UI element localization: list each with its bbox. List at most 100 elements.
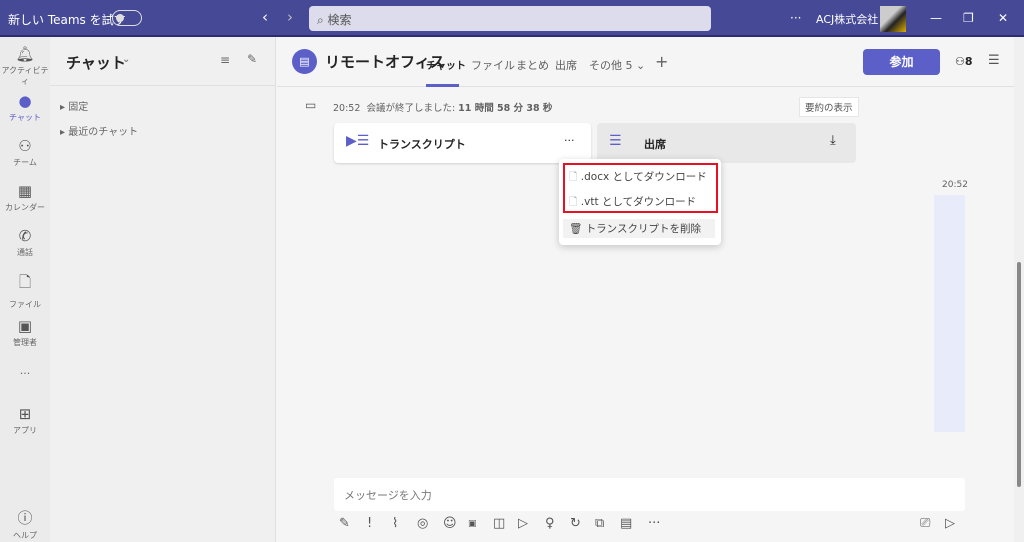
- important-icon[interactable]: !: [367, 516, 372, 531]
- loop-refresh-icon[interactable]: ↻: [570, 516, 581, 531]
- section-recent[interactable]: ▸ 最近のチャット: [60, 123, 138, 138]
- rail-more[interactable]: ···: [0, 367, 50, 380]
- rail-teams[interactable]: ⚇ チーム: [0, 137, 50, 168]
- attach-icon[interactable]: ⌇: [392, 516, 398, 531]
- rail-label: カレンダー: [5, 203, 45, 212]
- close-icon[interactable]: ✕: [998, 11, 1008, 25]
- rail-label: ヘルプ: [13, 531, 37, 540]
- meeting-duration: 11 時間 58 分 38 秒: [458, 103, 553, 114]
- attendance-card[interactable]: ☰ 出席 ⤓: [597, 123, 856, 163]
- view-summary-button[interactable]: 要約の表示: [799, 97, 859, 117]
- document-icon: 🗋: [569, 171, 578, 183]
- chevron-down-icon[interactable]: ⌄: [122, 54, 130, 65]
- rail-files[interactable]: 🗋 ファイル: [0, 272, 50, 310]
- section-label: 最近のチャット: [68, 127, 139, 138]
- calendar-icon: ▦: [17, 182, 33, 200]
- attendance-file-icon: ☰: [609, 133, 622, 149]
- meet-now-icon[interactable]: ▷: [518, 516, 528, 531]
- menu-download-vtt[interactable]: 🗋 .vtt としてダウンロード: [569, 194, 696, 212]
- rail-label: チャット: [9, 113, 41, 122]
- back-icon[interactable]: ‹: [262, 8, 268, 26]
- transcript-more-button[interactable]: ···: [564, 134, 575, 147]
- new-teams-toggle[interactable]: [112, 10, 142, 26]
- section-pinned[interactable]: ▸ 固定: [60, 98, 88, 113]
- rail-help[interactable]: ⓘ ヘルプ: [0, 507, 50, 541]
- rail-chat[interactable]: ● チャット: [0, 92, 50, 123]
- sticker-icon[interactable]: ◫: [493, 516, 505, 531]
- participants-button[interactable]: ⚇8: [955, 55, 973, 68]
- message-input[interactable]: メッセージを入力: [334, 478, 965, 511]
- transcript-context-menu: 🗋 .docx としてダウンロード 🗋 .vtt としてダウンロード 🗑 トラン…: [559, 159, 721, 245]
- gif-icon[interactable]: ▣: [468, 519, 477, 529]
- filter-icon[interactable]: ≡: [220, 53, 230, 67]
- rail-label: 管理者: [13, 338, 37, 347]
- new-chat-icon[interactable]: ✎: [247, 52, 257, 66]
- send-icon[interactable]: ▷: [945, 516, 955, 531]
- search-placeholder: 検索: [327, 13, 352, 27]
- tab-files[interactable]: ファイル: [471, 57, 515, 73]
- right-message-time: 20:52: [942, 180, 968, 190]
- file-icon: 🗋: [18, 273, 32, 291]
- more-options-button[interactable]: ···: [790, 11, 801, 25]
- join-button[interactable]: 参加: [863, 49, 940, 75]
- tab-summary[interactable]: まとめ: [516, 57, 549, 73]
- own-message-bubble: [934, 195, 965, 432]
- people-icon: ⚇: [955, 55, 965, 68]
- rail-calls[interactable]: ✆ 通話: [0, 227, 50, 258]
- rail-label: ファイル: [9, 300, 41, 309]
- minimize-icon[interactable]: —: [930, 11, 942, 25]
- transcript-file-icon: ▶☰: [346, 133, 370, 149]
- transcript-card[interactable]: ▶☰ トランスクリプト ···: [334, 123, 591, 163]
- active-tab-indicator: [426, 84, 459, 87]
- admin-icon: ▣: [17, 317, 33, 335]
- add-tab-icon[interactable]: +: [655, 52, 668, 71]
- tab-more[interactable]: その他 5 ⌄: [589, 57, 645, 73]
- scrollbar[interactable]: [1014, 37, 1024, 542]
- rail-apps[interactable]: ⊞ アプリ: [0, 405, 50, 436]
- chat-icon: ●: [18, 92, 32, 110]
- rail-calendar[interactable]: ▦ カレンダー: [0, 182, 50, 213]
- forward-icon[interactable]: ›: [287, 8, 293, 26]
- rail-label: チーム: [13, 158, 37, 167]
- org-name: ACJ株式会社: [816, 13, 879, 26]
- tab-chat[interactable]: チャット: [426, 57, 466, 72]
- format-icon[interactable]: ✎: [339, 516, 350, 531]
- video-clip-icon[interactable]: ⎚: [920, 516, 930, 531]
- search-input[interactable]: ⌕ 検索: [309, 6, 711, 31]
- meeting-avatar-icon: ▤: [292, 49, 317, 74]
- rail-label: アクティビティ: [1, 66, 49, 86]
- more-apps-icon[interactable]: ···: [648, 516, 660, 531]
- chat-list-header: チャット ⌄ ≡ ✎: [50, 37, 275, 86]
- avatar[interactable]: [880, 6, 906, 32]
- tab-attendance[interactable]: 出席: [555, 57, 577, 73]
- apps-icon: ⊞: [18, 405, 32, 423]
- rail-admin[interactable]: ▣ 管理者: [0, 317, 50, 348]
- message-text: 会議が終了しました:: [366, 103, 459, 114]
- search-icon: ⌕: [317, 13, 328, 27]
- phone-icon: ✆: [18, 227, 32, 245]
- loop-icon[interactable]: ◎: [417, 516, 428, 531]
- tab-more-label: その他 5: [589, 59, 633, 72]
- menu-item-label: .docx としてダウンロード: [580, 171, 707, 183]
- menu-download-docx[interactable]: 🗋 .docx としてダウンロード: [569, 169, 707, 187]
- praise-icon[interactable]: ♀: [545, 516, 555, 531]
- attendance-label: 出席: [644, 138, 666, 151]
- download-icon[interactable]: ⤓: [830, 133, 836, 148]
- menu-delete-transcript[interactable]: 🗑 トランスクリプトを削除: [563, 219, 715, 238]
- message-placeholder: メッセージを入力: [344, 489, 432, 502]
- emoji-icon[interactable]: ☺: [443, 516, 457, 531]
- list-icon[interactable]: ☰: [988, 53, 1000, 68]
- section-label: 固定: [68, 102, 89, 113]
- message-time: 20:52: [333, 103, 361, 114]
- menu-item-label: .vtt としてダウンロード: [580, 196, 697, 208]
- maximize-icon[interactable]: ❐: [963, 11, 974, 25]
- rail-activity[interactable]: 🔔︎ アクティビティ: [0, 45, 50, 87]
- forms-icon[interactable]: ▤: [620, 516, 632, 531]
- chat-list-title[interactable]: チャット: [66, 52, 126, 73]
- scrollbar-thumb[interactable]: [1017, 262, 1021, 487]
- rail-label: アプリ: [13, 426, 37, 435]
- approvals-icon[interactable]: ⧉: [595, 516, 604, 531]
- document-icon: 🗋: [569, 196, 578, 208]
- try-new-teams-label: 新しい Teams を試す: [8, 13, 126, 27]
- title-bar: 新しい Teams を試す ‹ › ⌕ 検索 ··· ACJ株式会社 — ❐ ✕: [0, 0, 1024, 37]
